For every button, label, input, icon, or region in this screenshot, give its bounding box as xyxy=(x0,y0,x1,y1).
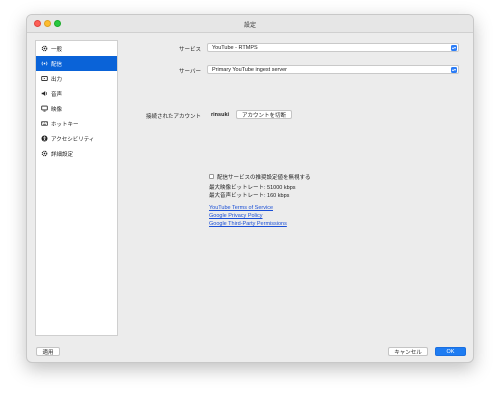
broadcast-icon xyxy=(40,60,48,68)
max-video-bitrate: 最大映像ビットレート: 51000 kbps xyxy=(209,185,296,191)
sidebar-item-label: 配信 xyxy=(51,61,63,68)
output-icon xyxy=(40,75,48,83)
sidebar-item-label: 一般 xyxy=(51,46,63,53)
chevron-updown-icon: ▴▾ xyxy=(451,45,457,51)
google-privacy-link[interactable]: Google Privacy Policy xyxy=(209,213,263,219)
sidebar-item-advanced[interactable]: 詳細設定 xyxy=(36,146,117,161)
sidebar-item-label: 音声 xyxy=(51,91,63,98)
max-audio-bitrate: 最大音声ビットレート: 160 kbps xyxy=(209,193,290,199)
sidebar-item-label: 映像 xyxy=(51,106,63,113)
youtube-terms-link[interactable]: YouTube Terms of Service xyxy=(209,205,273,211)
settings-window: 設定 一般 配信 出力 音声 映像 ホットキー アクセシビリティ 詳細設定 サー… xyxy=(26,14,474,363)
sidebar-item-stream[interactable]: 配信 xyxy=(36,56,117,71)
disconnect-account-button[interactable]: アカウントを切断 xyxy=(236,110,292,119)
keyboard-icon xyxy=(40,120,48,128)
sidebar-item-audio[interactable]: 音声 xyxy=(36,86,117,101)
sidebar-item-label: 詳細設定 xyxy=(51,151,74,158)
server-label: サーバー xyxy=(179,69,201,75)
sidebar-item-hotkeys[interactable]: ホットキー xyxy=(36,116,117,131)
ignore-recommended-label: 配信サービスの推奨設定値を無視する xyxy=(217,175,311,181)
chevron-updown-icon: ▴▾ xyxy=(451,67,457,73)
ignore-recommended-checkbox[interactable] xyxy=(209,174,214,179)
sidebar-item-label: ホットキー xyxy=(51,121,79,128)
accessibility-icon xyxy=(40,135,48,143)
account-name: rinsuki xyxy=(211,112,230,118)
server-select[interactable]: Primary YouTube ingest server ▴▾ xyxy=(207,65,459,74)
sidebar-item-video[interactable]: 映像 xyxy=(36,101,117,116)
settings-sidebar: 一般 配信 出力 音声 映像 ホットキー アクセシビリティ 詳細設定 xyxy=(35,40,118,336)
service-value: YouTube - RTMPS xyxy=(212,44,258,51)
monitor-icon xyxy=(40,105,48,113)
sidebar-item-label: アクセシビリティ xyxy=(51,136,95,143)
sidebar-item-accessibility[interactable]: アクセシビリティ xyxy=(36,131,117,146)
sidebar-item-output[interactable]: 出力 xyxy=(36,71,117,86)
speaker-icon xyxy=(40,90,48,98)
ok-button[interactable]: OK xyxy=(435,347,466,356)
google-third-party-link[interactable]: Google Third-Party Permissions xyxy=(209,221,287,227)
title-bar: 設定 xyxy=(27,15,473,33)
service-label: サービス xyxy=(178,47,201,53)
window-title: 設定 xyxy=(243,23,256,29)
sidebar-item-general[interactable]: 一般 xyxy=(36,41,117,56)
gear-icon xyxy=(40,45,48,53)
apply-button[interactable]: 適用 xyxy=(36,347,60,356)
sidebar-item-label: 出力 xyxy=(51,76,63,83)
connected-account-label: 接続されたアカウント xyxy=(145,114,201,120)
cancel-button[interactable]: キャンセル xyxy=(388,347,428,356)
server-value: Primary YouTube ingest server xyxy=(212,66,287,73)
service-select[interactable]: YouTube - RTMPS ▴▾ xyxy=(207,43,459,52)
advanced-gear-icon xyxy=(40,150,48,158)
